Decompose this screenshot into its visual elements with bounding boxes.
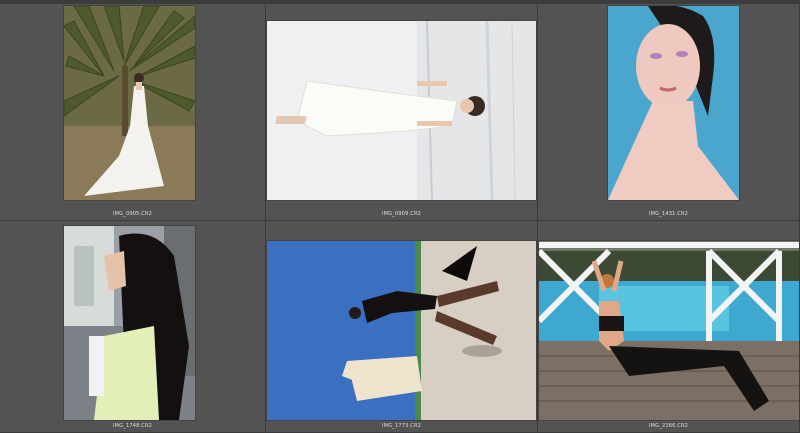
thumbnail-filename: IMG_1431.CR2 xyxy=(648,211,689,217)
thumbnail-image[interactable] xyxy=(267,241,536,420)
thumbnail-filename: IMG_2166.CR2 xyxy=(648,423,689,429)
photo-street-portrait xyxy=(64,226,195,420)
thumbnail-filename: IMG_0905.CR2 xyxy=(112,211,153,217)
photo-blue-portrait xyxy=(608,6,739,200)
thumbnail-cell[interactable]: IMG_0905.CR2 xyxy=(0,4,266,221)
thumbnail-cell[interactable]: IMG_2166.CR2 xyxy=(538,221,800,433)
thumbnail-image[interactable] xyxy=(539,241,799,420)
thumbnail-cell[interactable]: IMG_1431.CR2 xyxy=(538,4,800,221)
photo-poolside-deck xyxy=(539,241,799,420)
photo-white-dress-beach xyxy=(267,21,536,200)
thumbnail-cell[interactable]: IMG_1748.CR2 xyxy=(0,221,266,433)
thumbnail-cell[interactable]: IMG_0909.CR2 xyxy=(266,4,538,221)
photo-horse-sky xyxy=(267,241,536,420)
thumbnail-image[interactable] xyxy=(267,21,536,200)
thumbnail-image[interactable] xyxy=(64,226,195,420)
thumbnail-filename: IMG_0909.CR2 xyxy=(381,211,422,217)
thumbnail-cell[interactable]: IMG_1773.CR2 xyxy=(266,221,538,433)
thumbnail-image[interactable] xyxy=(64,6,195,200)
thumbnail-grid: IMG_0905.CR2 IMG_0909.CR2 IMG_1431.CR2 I… xyxy=(0,4,800,433)
thumbnail-image[interactable] xyxy=(608,6,739,200)
photo-bride-palm xyxy=(64,6,195,200)
thumbnail-filename: IMG_1773.CR2 xyxy=(381,423,422,429)
thumbnail-filename: IMG_1748.CR2 xyxy=(112,423,153,429)
